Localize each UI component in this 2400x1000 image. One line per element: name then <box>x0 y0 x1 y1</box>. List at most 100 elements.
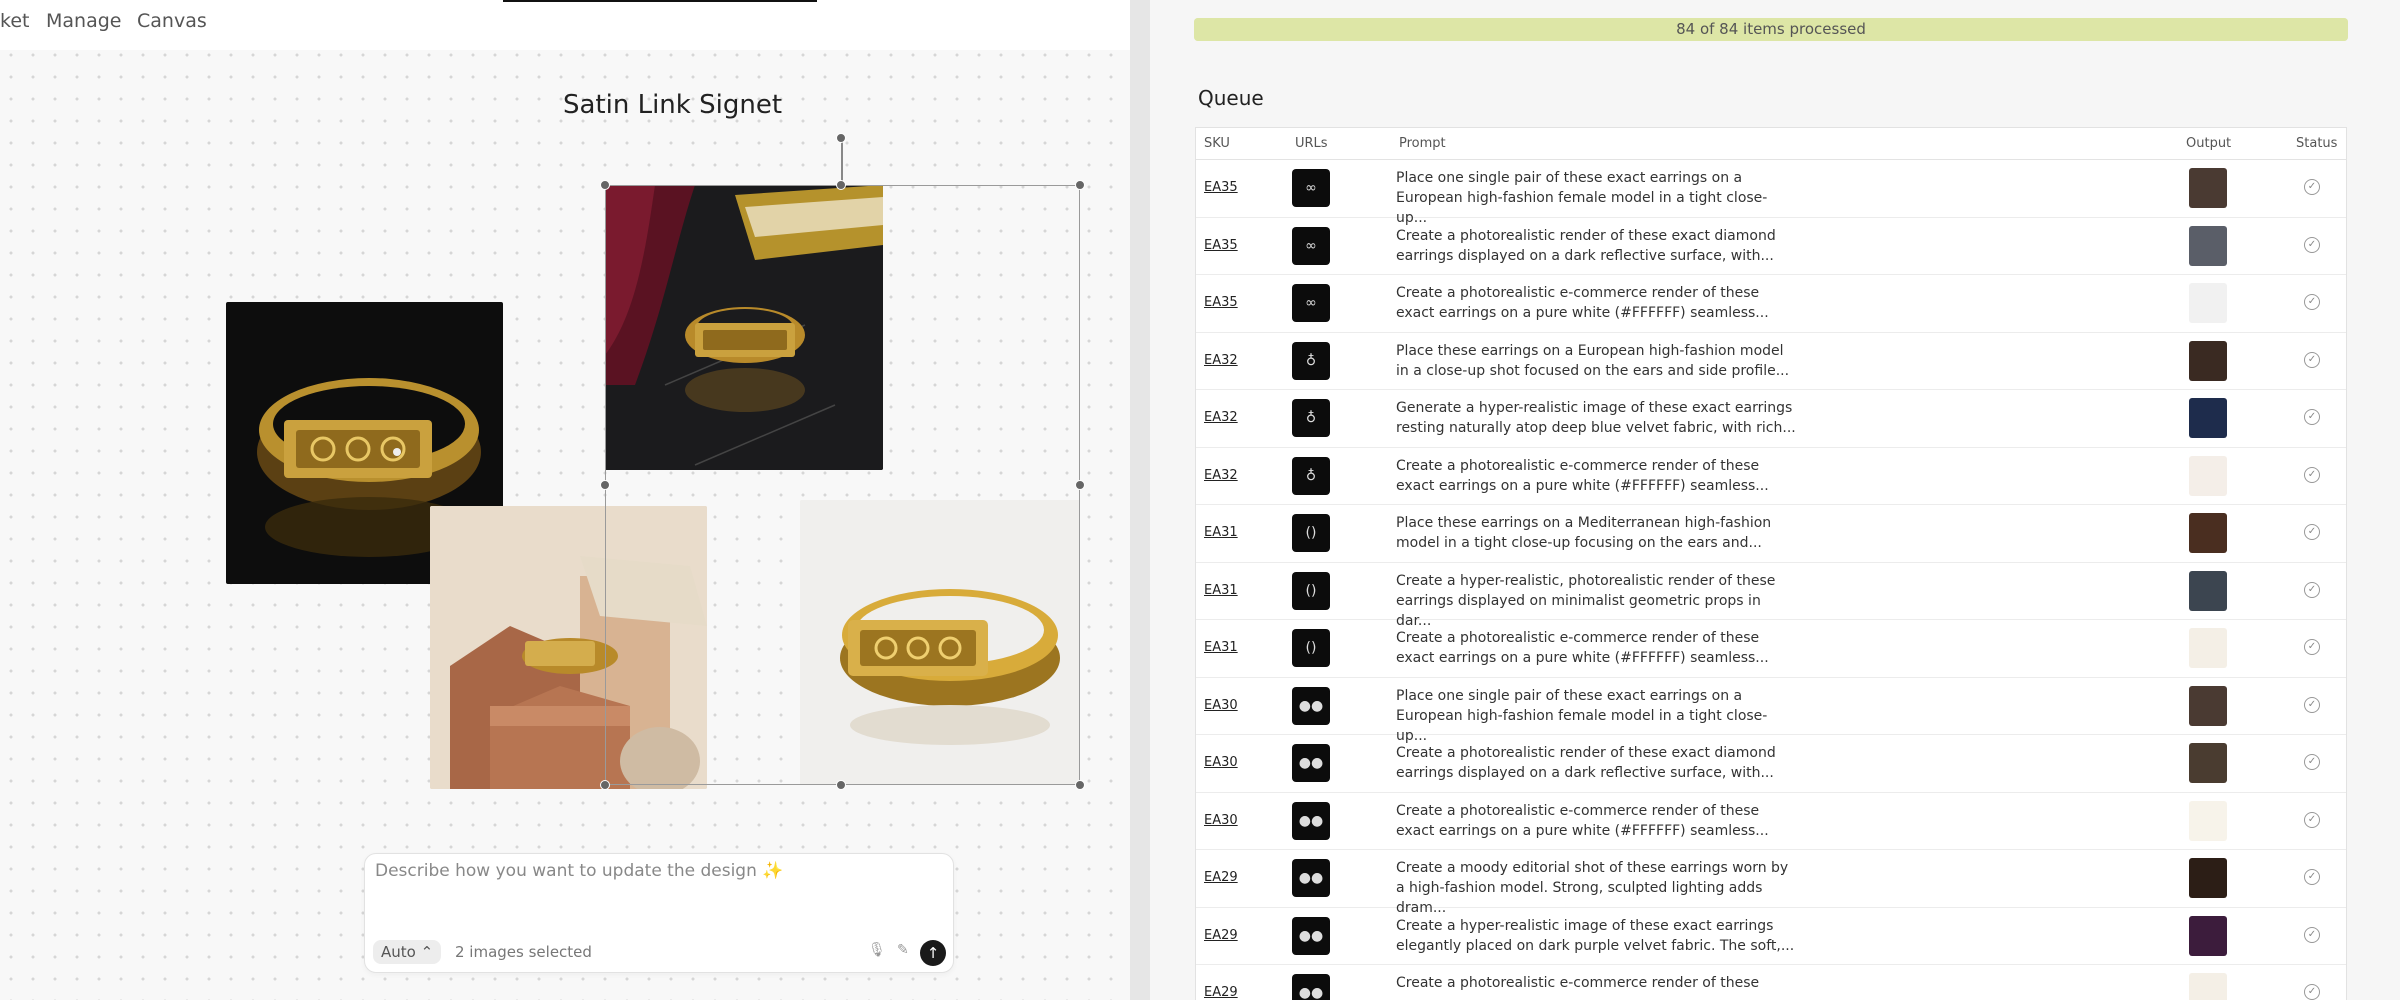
table-row[interactable]: EA30 ●● Create a photorealistic render of … <box>1196 735 2346 793</box>
check-circle-icon: ✓ <box>2304 639 2320 655</box>
source-image-thumbnail[interactable]: ∞ <box>1292 169 1330 207</box>
output-image-thumbnail[interactable] <box>2189 225 2227 266</box>
sku-link[interactable]: EA32 <box>1204 468 1238 483</box>
column-header-prompt: Prompt <box>1399 136 1446 151</box>
output-image-thumbnail[interactable] <box>2189 858 2227 898</box>
prompt-text: Generate a hyper-realistic image of thes… <box>1396 400 1796 436</box>
source-image-thumbnail[interactable]: ♁ <box>1292 399 1330 437</box>
table-row[interactable]: EA35 ∞ Create a photorealistic render of t… <box>1196 218 2346 275</box>
resize-handle[interactable] <box>836 780 846 790</box>
output-image-thumbnail[interactable] <box>2189 915 2227 956</box>
resize-handle[interactable] <box>600 780 610 790</box>
output-image-thumbnail[interactable] <box>2189 283 2227 323</box>
resize-handle[interactable] <box>600 180 610 190</box>
earring-glyph: ●● <box>1298 812 1324 829</box>
check-circle-icon: ✓ <box>2304 926 2320 943</box>
sku-link[interactable]: EA35 <box>1204 238 1238 253</box>
output-image-thumbnail[interactable] <box>2189 570 2227 611</box>
source-image-thumbnail[interactable]: ●● <box>1292 801 1330 840</box>
nav-item-canvas[interactable]: Canvas <box>137 10 207 32</box>
resize-handle[interactable] <box>1075 480 1085 490</box>
resize-handle[interactable] <box>836 180 846 190</box>
rotation-handle[interactable] <box>836 133 846 143</box>
canvas-image-ring-white[interactable] <box>800 500 1080 785</box>
sku-link[interactable]: EA32 <box>1204 353 1238 368</box>
pen-icon[interactable]: ✎ <box>897 942 909 958</box>
nav-item-market[interactable]: ket <box>0 10 29 32</box>
sku-link[interactable]: EA31 <box>1204 525 1238 540</box>
table-row[interactable]: EA32 ♁ Generate a hyper-realistic image of… <box>1196 390 2346 448</box>
sku-link[interactable]: EA30 <box>1204 755 1238 770</box>
sku-link[interactable]: EA29 <box>1204 928 1238 943</box>
earring-glyph: ♁ <box>1305 352 1317 369</box>
prompt-text: Create a photorealistic render of these … <box>1396 227 1776 264</box>
earring-glyph: ♁ <box>1305 467 1317 484</box>
sku-link[interactable]: EA29 <box>1204 985 1238 1000</box>
column-header-output: Output <box>2186 136 2232 151</box>
resize-handle[interactable] <box>1075 180 1085 190</box>
source-image-thumbnail[interactable]: ♁ <box>1292 456 1330 495</box>
sku-link[interactable]: EA35 <box>1204 295 1238 310</box>
output-image-thumbnail[interactable] <box>2189 455 2227 496</box>
source-image-thumbnail[interactable]: ●● <box>1292 744 1330 782</box>
prompt-text: Create a photorealistic e-commerce rende… <box>1396 802 1769 839</box>
resize-handle[interactable] <box>1075 780 1085 790</box>
resize-handle[interactable] <box>600 480 610 490</box>
source-image-thumbnail[interactable]: () <box>1292 629 1330 667</box>
table-row[interactable]: EA30 ●● Place one single pair of these exa… <box>1196 678 2346 744</box>
table-row[interactable]: EA35 ∞ Place one single pair of these exac… <box>1196 160 2346 226</box>
table-row[interactable]: EA31() Create a hyper-realistic, photorea… <box>1196 563 2346 629</box>
table-row[interactable]: EA29 ●● Create a hyper-realistic image of … <box>1196 908 2346 965</box>
output-image-thumbnail[interactable] <box>2189 398 2227 438</box>
queue-pane: 84 of 84 items processed Queue SKU URLs … <box>1150 0 2400 1000</box>
earring-glyph: () <box>1305 640 1317 656</box>
sku-link[interactable]: EA31 <box>1204 640 1238 655</box>
table-row[interactable]: EA30 ●● Create a photorealistic e-commerce… <box>1196 793 2346 850</box>
sku-link[interactable]: EA30 <box>1204 698 1238 713</box>
prompt-text: Create a photorealistic e-commerce rende… <box>1396 975 1760 991</box>
output-image-thumbnail[interactable] <box>2189 513 2227 553</box>
output-image-thumbnail[interactable] <box>2189 340 2227 381</box>
source-image-thumbnail[interactable]: () <box>1292 571 1330 610</box>
sku-link[interactable]: EA32 <box>1204 410 1238 425</box>
mode-select[interactable]: Auto ⌃ <box>373 940 442 964</box>
table-row[interactable]: EA32 ♁ Create a photorealistic e-commerce … <box>1196 448 2346 505</box>
table-row[interactable]: EA35 ∞ Create a photorealistic e-commerce … <box>1196 275 2346 333</box>
output-image-thumbnail[interactable] <box>2189 685 2227 726</box>
table-row[interactable]: EA32 ♁ Place these earrings on a European … <box>1196 333 2346 390</box>
canvas-image-ring-blocks[interactable] <box>430 506 707 789</box>
source-image-thumbnail[interactable]: ●● <box>1292 859 1330 897</box>
source-image-thumbnail[interactable]: ∞ <box>1292 226 1330 265</box>
table-row[interactable]: EA29 ●● Create a moody editorial shot of t… <box>1196 850 2346 916</box>
source-image-thumbnail[interactable]: ●● <box>1292 916 1330 955</box>
microphone-icon[interactable]: 🎙 <box>868 942 886 958</box>
output-image-thumbnail[interactable] <box>2189 743 2227 783</box>
pane-divider[interactable] <box>1130 0 1150 1000</box>
canvas-image-ring-marble[interactable] <box>605 185 883 470</box>
top-nav: ket Manage Canvas <box>0 0 1130 50</box>
source-image-thumbnail[interactable]: ●● <box>1292 686 1330 725</box>
table-row[interactable]: EA31 () Create a photorealistic e-commerce… <box>1196 620 2346 678</box>
output-image-thumbnail[interactable] <box>2189 168 2227 208</box>
output-image-thumbnail[interactable] <box>2189 628 2227 668</box>
sku-link[interactable]: EA29 <box>1204 870 1238 885</box>
prompt-input[interactable]: Describe how you want to update the desi… <box>364 853 954 973</box>
source-image-thumbnail[interactable]: () <box>1292 514 1330 552</box>
ring-image <box>605 185 883 470</box>
check-circle-icon: ✓ <box>2304 179 2320 195</box>
output-image-thumbnail[interactable] <box>2189 800 2227 841</box>
source-image-thumbnail[interactable]: ♁ <box>1292 341 1330 380</box>
output-image-thumbnail[interactable] <box>2189 973 2227 1000</box>
sku-link[interactable]: EA30 <box>1204 813 1238 828</box>
prompt-placeholder: Describe how you want to update the desi… <box>375 861 784 881</box>
mode-select-label: Auto <box>381 943 416 961</box>
table-row[interactable]: EA29 ●● Create a photorealistic e-commerce… <box>1196 965 2346 1000</box>
nav-item-manage[interactable]: Manage <box>46 10 121 32</box>
send-button[interactable]: ↑ <box>920 940 946 966</box>
source-image-thumbnail[interactable]: ●● <box>1292 974 1330 1000</box>
sku-link[interactable]: EA31 <box>1204 583 1238 598</box>
sku-link[interactable]: EA35 <box>1204 180 1238 195</box>
source-image-thumbnail[interactable]: ∞ <box>1292 284 1330 322</box>
table-row[interactable]: EA31 () Place these earrings on a Mediterr… <box>1196 505 2346 563</box>
table-header: SKU URLs Prompt Output Status <box>1196 128 2346 160</box>
